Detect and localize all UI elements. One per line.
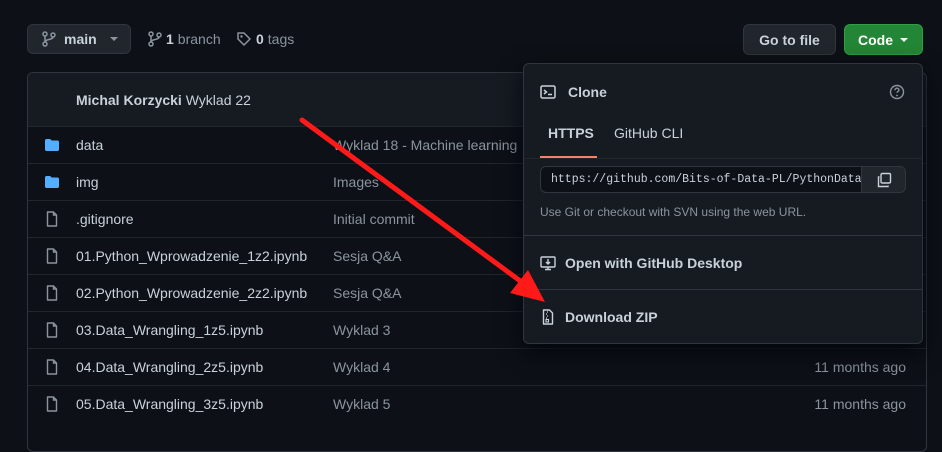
tag-count: 0 [256, 31, 264, 47]
table-row[interactable]: 04.Data_Wrangling_2z5.ipynb Wyklad 4 11 mo… [28, 348, 926, 385]
folder-icon [44, 137, 60, 153]
divider [524, 235, 922, 236]
file-icon [44, 211, 60, 227]
clone-title: Clone [568, 84, 607, 100]
commit-message[interactable]: Wyklad 18 - Machine learning [333, 137, 517, 153]
branch-name: main [64, 31, 97, 47]
clone-url-input[interactable]: https://github.com/Bits-of-Data-PL/Pytho… [540, 166, 862, 193]
file-icon [44, 359, 60, 375]
commit-time: 11 months ago [814, 396, 906, 412]
open-with-desktop-item[interactable]: Open with GitHub Desktop [540, 255, 742, 271]
code-label: Code [858, 31, 893, 48]
commit-message[interactable]: Initial commit [333, 211, 415, 227]
help-icon[interactable] [889, 84, 905, 100]
branch-count: 1 [166, 31, 174, 47]
active-tab-indicator [540, 156, 597, 158]
tab-divider [524, 158, 922, 159]
commit-author[interactable]: Michal Korzycki [76, 92, 182, 108]
commit-message[interactable]: Sesja Q&A [333, 285, 401, 301]
clone-hint: Use Git or checkout with SVN using the w… [540, 205, 807, 219]
tab-https[interactable]: HTTPS [548, 125, 594, 141]
file-name[interactable]: 05.Data_Wrangling_3z5.ipynb [76, 396, 263, 412]
file-name[interactable]: 04.Data_Wrangling_2z5.ipynb [76, 359, 263, 375]
commit-message[interactable]: Wyklad 4 [333, 359, 390, 375]
branch-label: branch [177, 31, 221, 47]
clone-dropdown: Clone HTTPS GitHub CLI https://github.co… [523, 63, 923, 344]
copy-url-button[interactable] [861, 166, 906, 193]
divider [524, 289, 922, 290]
download-zip-item[interactable]: Download ZIP [540, 309, 658, 325]
file-icon [44, 396, 60, 412]
git-branch-icon [148, 31, 162, 47]
open-with-desktop-label: Open with GitHub Desktop [565, 255, 743, 271]
file-name[interactable]: img [76, 174, 99, 190]
commit-time: 11 months ago [814, 359, 906, 375]
tag-label: tags [267, 31, 295, 47]
chevron-down-icon [109, 36, 119, 42]
commit-message[interactable]: Wyklad 22 [186, 92, 251, 108]
file-icon [44, 322, 60, 338]
file-name[interactable]: 01.Python_Wprowadzenie_1z2.ipynb [76, 248, 307, 264]
branch-select-button[interactable]: main [27, 24, 131, 54]
tab-github-cli[interactable]: GitHub CLI [614, 125, 683, 141]
file-zip-icon [540, 309, 556, 325]
chevron-down-icon [899, 37, 909, 43]
file-name[interactable]: .gitignore [76, 211, 134, 227]
download-zip-label: Download ZIP [565, 309, 658, 325]
go-to-file-button[interactable]: Go to file [743, 24, 836, 55]
file-name[interactable]: 02.Python_Wprowadzenie_2z2.ipynb [76, 285, 307, 301]
file-icon [44, 248, 60, 264]
terminal-icon [540, 84, 556, 100]
file-name[interactable]: data [76, 137, 103, 153]
commit-message[interactable]: Sesja Q&A [333, 248, 401, 264]
commit-message[interactable]: Images [333, 174, 379, 190]
tags-link[interactable]: 0 tags [236, 31, 294, 47]
desktop-download-icon [540, 255, 556, 271]
folder-icon [44, 174, 60, 190]
table-row[interactable]: 05.Data_Wrangling_3z5.ipynb Wyklad 5 11 mo… [28, 385, 926, 422]
file-icon [44, 285, 60, 301]
file-name[interactable]: 03.Data_Wrangling_1z5.ipynb [76, 322, 263, 338]
code-button[interactable]: Code [844, 24, 923, 55]
commit-message[interactable]: Wyklad 5 [333, 396, 390, 412]
git-branch-icon [42, 31, 56, 47]
commit-message[interactable]: Wyklad 3 [333, 322, 390, 338]
branches-link[interactable]: 1 branch [148, 31, 221, 47]
tag-icon [236, 31, 252, 47]
copy-icon [876, 172, 892, 188]
